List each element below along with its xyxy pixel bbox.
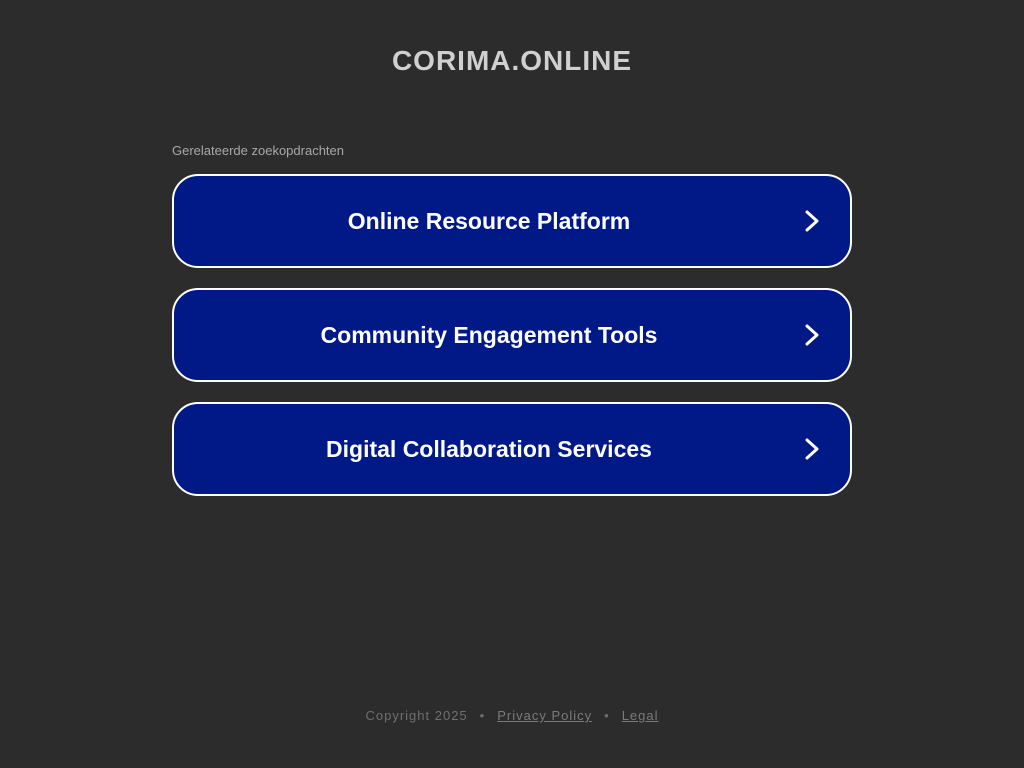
chevron-right-icon [805, 438, 819, 460]
page: CORIMA.ONLINE Gerelateerde zoekopdrachte… [0, 0, 1024, 768]
chevron-right-icon [805, 324, 819, 346]
related-link-community-engagement-tools[interactable]: Community Engagement Tools [172, 288, 852, 382]
related-searches-label: Gerelateerde zoekopdrachten [172, 143, 345, 158]
legal-link[interactable]: Legal [622, 708, 659, 723]
privacy-policy-link[interactable]: Privacy Policy [497, 708, 592, 723]
related-link-online-resource-platform[interactable]: Online Resource Platform [172, 174, 852, 268]
footer: Copyright 2025 • Privacy Policy • Legal [0, 708, 1024, 724]
related-links-list: Online Resource Platform Community Engag… [172, 174, 852, 516]
chevron-right-icon [805, 210, 819, 232]
related-link-digital-collaboration-services[interactable]: Digital Collaboration Services [172, 402, 852, 496]
related-link-label: Online Resource Platform [347, 208, 631, 234]
footer-separator: • [604, 708, 610, 723]
related-link-label: Community Engagement Tools [320, 322, 658, 348]
copyright-text: Copyright 2025 [365, 708, 468, 723]
related-link-label: Digital Collaboration Services [326, 436, 652, 462]
footer-separator: • [479, 708, 486, 723]
site-title: CORIMA.ONLINE [391, 45, 633, 76]
